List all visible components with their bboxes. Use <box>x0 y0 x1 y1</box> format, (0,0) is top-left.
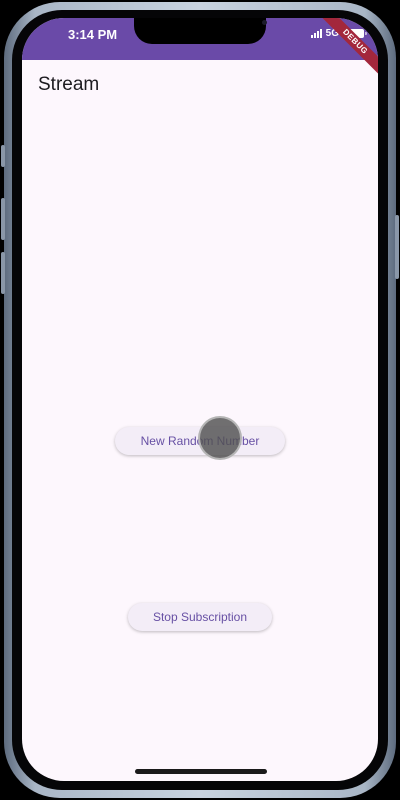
camera-notch <box>134 18 267 44</box>
power-button <box>395 215 399 279</box>
front-camera-icon <box>262 20 267 25</box>
stop-subscription-button[interactable]: Stop Subscription <box>128 603 272 631</box>
phone-device: 3:14 PM 5G Stream DEBUG New Random Numbe… <box>0 0 400 800</box>
silent-switch <box>1 145 5 167</box>
home-indicator[interactable] <box>135 769 267 774</box>
app-screen: 3:14 PM 5G Stream DEBUG New Random Numbe… <box>22 18 378 781</box>
volume-up-button <box>1 198 5 240</box>
app-bar: Stream <box>22 60 378 110</box>
page-title: Stream <box>38 74 100 95</box>
volume-down-button <box>1 252 5 294</box>
signal-icon <box>310 28 322 38</box>
touch-indicator <box>198 416 242 460</box>
status-bar: 3:14 PM 5G <box>22 18 378 60</box>
status-time: 3:14 PM <box>68 27 118 42</box>
